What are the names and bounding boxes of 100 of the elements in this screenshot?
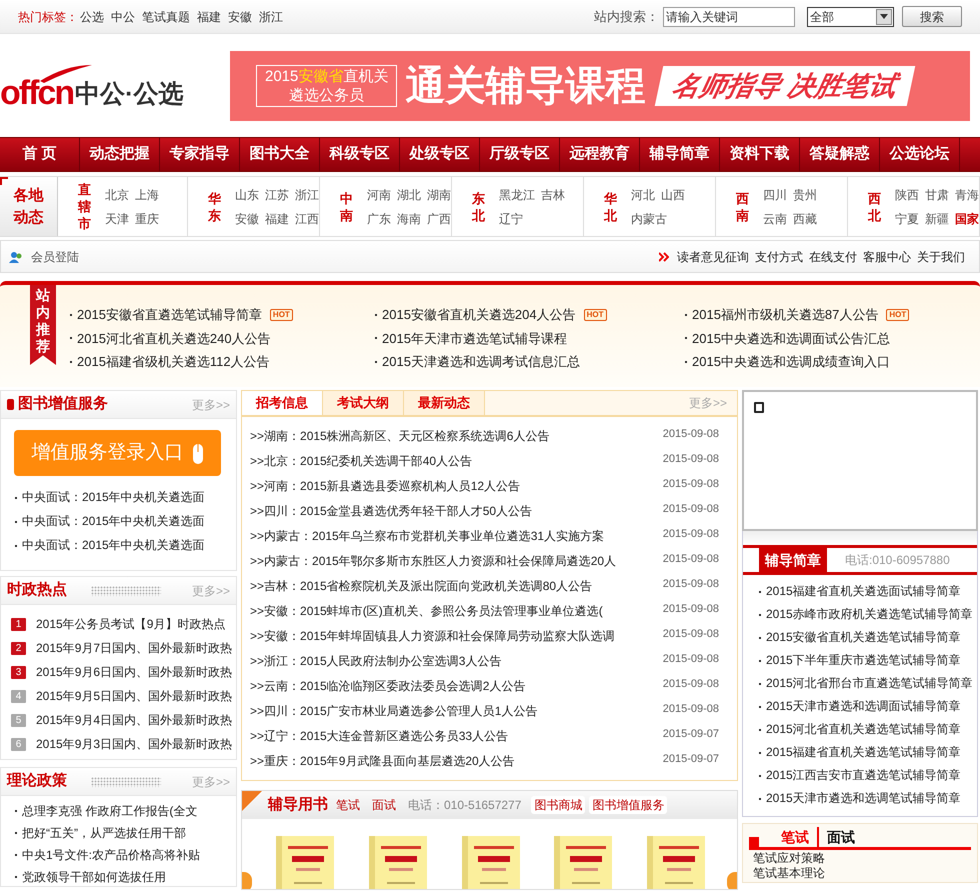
next-arrow-icon[interactable] [727,872,737,889]
tips-link[interactable]: 笔试基本理论 [753,866,977,881]
footer-link[interactable]: 客服中心 [863,248,911,266]
topic-link[interactable]: 2015年公务员考试【9月】时政热点 [36,615,226,634]
policy-link[interactable]: 中央1号文件:农产品价格高将补贴 [22,846,200,864]
region-link[interactable]: 黑龙江 [499,186,536,204]
hot-tag-link[interactable]: 安徽 [228,8,252,26]
hot-tag-link[interactable]: 笔试真题 [142,8,190,26]
recommend-link[interactable]: 2015福建省级机关遴选112人公告 [77,352,270,372]
service-link[interactable]: 中央面试：2015年中央机关遴选面 [22,536,205,555]
news-link[interactable]: >>安徽：2015年蚌埠固镇县人力资源和社会保障局劳动监察大队选调 [250,628,615,645]
news-link[interactable]: >>河南：2015新县遴选县委巡察机构人员12人公告 [250,478,520,495]
nav-link[interactable]: 处级专区 [400,137,480,172]
region-link[interactable]: 江西 [295,210,320,228]
topic-link[interactable]: 2015年9月7日国内、国外最新时政热 [36,639,232,658]
news-tab[interactable]: 考试大纲 [323,391,404,415]
books-link[interactable]: 图书商城 [531,796,586,814]
recommend-link[interactable]: 2015安徽省直机关遴选204人公告 [382,305,576,324]
books-link[interactable]: 图书增值服务 [589,796,668,814]
region-link[interactable]: 福建 [265,210,290,228]
hot-tag-link[interactable]: 福建 [197,8,221,26]
hot-tag-link[interactable]: 浙江 [259,8,283,26]
nav-link[interactable]: 资料下载 [720,137,800,172]
promo-banner[interactable]: 2015安徽省直机关 遴选公务员 通关辅导课程 名师指导 决胜笔试 [230,50,970,120]
nav-link[interactable]: 科级专区 [320,137,400,172]
guide-link[interactable]: 2015赤峰市政府机关遴选笔试辅导简章 [766,603,973,626]
region-link[interactable]: 重庆 [134,210,159,228]
hot-tag-link[interactable]: 中公 [111,8,135,26]
nav-link[interactable]: 专家指导 [160,137,240,172]
recommend-link[interactable]: 2015安徽省直遴选笔试辅导简章 [77,305,262,324]
guide-link[interactable]: 2015天津市遴选和选调面试辅导简章 [766,695,961,718]
nav-link[interactable]: 辅导简章 [640,137,720,172]
topic-link[interactable]: 2015年9月4日国内、国外最新时政热 [36,711,232,730]
guide-link[interactable]: 2015福建省直机关遴选面试辅导简章 [766,580,961,603]
region-link[interactable]: 国家 [955,210,980,228]
region-link[interactable]: 河北 [631,186,656,204]
topic-link[interactable]: 2015年9月6日国内、国外最新时政热 [36,663,232,682]
tips-link[interactable]: 笔试应对策略 [753,851,977,866]
footer-link[interactable]: 支付方式 [755,248,803,266]
region-link[interactable]: 浙江 [295,186,320,204]
region-link[interactable]: 湖北 [397,186,422,204]
region-link[interactable]: 北京 [104,186,129,204]
nav-link[interactable]: 图书大全 [240,137,320,172]
policy-link[interactable]: 把好“五关”，从严选拔任用干部 [22,824,186,842]
member-login-link[interactable]: 会员登陆 [31,248,79,266]
nav-link[interactable]: 远程教育 [560,137,640,172]
nav-link[interactable]: 首 页 [0,137,80,172]
guide-link[interactable]: 2015福建省直机关遴选笔试辅导简章 [766,741,961,764]
news-link[interactable]: >>四川：2015金堂县遴选优秀年轻干部人才50人公告 [250,503,532,520]
tips-tab[interactable]: 笔试 [773,827,817,847]
service-link[interactable]: 中央面试：2015年中央机关遴选面 [22,512,205,531]
region-link[interactable]: 西藏 [793,210,818,228]
tips-tab[interactable]: 面试 [817,827,863,847]
recommend-link[interactable]: 2015天津遴选和选调考试信息汇总 [382,352,580,372]
region-link[interactable]: 江苏 [265,186,290,204]
topic-link[interactable]: 2015年9月5日国内、国外最新时政热 [36,687,232,706]
news-tab[interactable]: 招考信息 [242,391,323,415]
nav-link[interactable]: 厅级专区 [480,137,560,172]
news-link[interactable]: >>吉林：2015省检察院机关及派出院面向党政机关选调80人公告 [250,578,592,595]
news-link[interactable]: >>湖南：2015株洲高新区、天元区检察系统选调6人公告 [250,428,550,445]
guide-link[interactable]: 2015安徽省直机关遴选笔试辅导简章 [766,626,961,649]
region-link[interactable]: 广西 [427,210,452,228]
news-link[interactable]: >>重庆：2015年9月武隆县面向基层遴选20人公告 [250,753,515,770]
region-link[interactable]: 宁夏 [895,210,920,228]
region-link[interactable]: 山西 [661,186,686,204]
region-link[interactable]: 广东 [367,210,392,228]
recommend-link[interactable]: 2015中央遴选和选调成绩查询入口 [692,352,890,372]
region-link[interactable]: 天津 [104,210,129,228]
region-link[interactable]: 湖南 [427,186,452,204]
recommend-link[interactable]: 2015福州市级机关遴选87人公告 [692,305,878,324]
recommend-link[interactable]: 2015河北省直机关遴选240人公告 [77,328,271,348]
region-link[interactable]: 青海 [955,186,980,204]
nav-link[interactable]: 公选论坛 [880,137,960,172]
region-link[interactable]: 新疆 [925,210,950,228]
news-link[interactable]: >>北京：2015纪委机关选调干部40人公告 [250,453,472,470]
search-field[interactable]: 请输入关键词 [663,6,795,26]
books-link[interactable]: 面试 [372,796,396,814]
region-link[interactable]: 海南 [397,210,422,228]
news-link[interactable]: >>安徽：2015蚌埠市(区)直机关、参照公务员法管理事业单位遴选( [250,603,603,620]
news-link[interactable]: >>内蒙古：2015年鄂尔多斯市东胜区人力资源和社会保障局遴选20人 [250,553,616,570]
topic-link[interactable]: 2015年9月3日国内、国外最新时政热 [36,735,232,754]
footer-link[interactable]: 在线支付 [809,248,857,266]
policy-link[interactable]: 党政领导干部如何选拔任用 [22,868,166,886]
region-link[interactable]: 陕西 [895,186,920,204]
scope-select[interactable]: 全部 [807,6,894,26]
news-link[interactable]: >>浙江：2015人民政府法制办公室选调3人公告 [250,653,502,670]
region-link[interactable]: 四川 [763,186,788,204]
guide-link[interactable]: 2015河北省邢台市直遴选笔试辅导简章 [766,672,973,695]
nav-link[interactable]: 动态把握 [80,137,160,172]
news-link[interactable]: >>云南：2015临沧临翔区委政法委员会选调2人公告 [250,678,526,695]
region-link[interactable]: 安徽 [235,210,260,228]
hot-tag-link[interactable]: 公选 [80,8,104,26]
footer-link[interactable]: 读者意见征询 [677,248,749,266]
recommend-link[interactable]: 2015中央遴选和选调面试公告汇总 [692,328,890,348]
site-logo[interactable]: offcn中公·公选 [0,60,230,110]
guide-link[interactable]: 2015河北省直机关遴选笔试辅导简章 [766,718,961,741]
news-link[interactable]: >>四川：2015广安市林业局遴选参公管理人员1人公告 [250,703,538,720]
region-link[interactable]: 贵州 [793,186,818,204]
news-tab[interactable]: 最新动态 [404,391,485,415]
news-link[interactable]: >>辽宁：2015大连金普新区遴选公务员33人公告 [250,728,508,745]
